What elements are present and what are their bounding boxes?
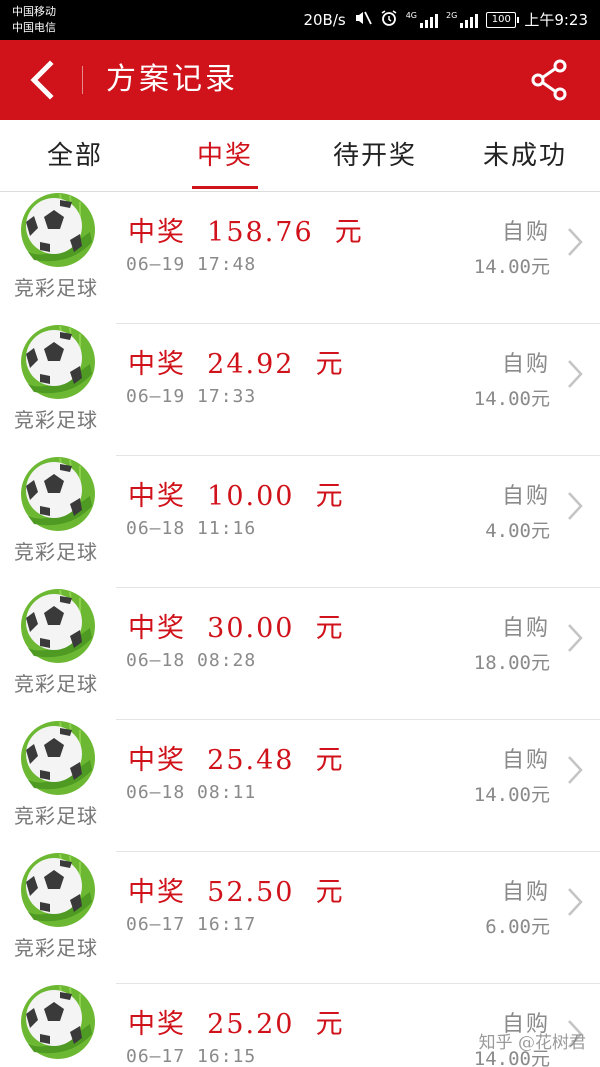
football-icon — [21, 589, 95, 663]
lottery-category: 竞彩足球 — [14, 936, 98, 960]
purchase-type: 自购 — [501, 880, 550, 905]
record-list: 竞彩足球 中奖 158.76 元 06—19 17:48 自购 14.00元 竞… — [0, 192, 600, 1067]
chevron-right-icon — [568, 624, 583, 652]
football-icon — [21, 985, 95, 1059]
status-bar: 中国移动 中国电信 20B/s 4G 2G 100 上午9:23 — [0, 0, 600, 40]
lottery-category: 竞彩足球 — [14, 276, 98, 300]
purchase-cost: 14.00元 — [473, 256, 550, 278]
lottery-category: 竞彩足球 — [14, 408, 98, 432]
signal-2g-icon: 2G — [446, 10, 479, 28]
share-button[interactable] — [530, 58, 570, 102]
status-icons: 20B/s 4G 2G 100 上午9:23 — [303, 9, 588, 30]
purchase-type: 自购 — [501, 220, 550, 245]
chevron-right-icon — [568, 228, 583, 256]
signal-4g-icon: 4G — [405, 10, 439, 28]
battery-icon: 100 — [486, 11, 520, 28]
mute-icon — [354, 10, 372, 29]
purchase-type: 自购 — [501, 484, 550, 509]
record-row[interactable]: 竞彩足球 中奖 158.76 元 06—19 17:48 自购 14.00元 — [0, 192, 600, 324]
back-button[interactable] — [24, 58, 64, 102]
clock: 上午9:23 — [524, 11, 588, 29]
record-row[interactable]: 竞彩足球 中奖 25.20 元 06—17 16:15 自购 14.00元 — [0, 984, 600, 1067]
prize-amount: 中奖 158.76 元 — [128, 217, 364, 248]
purchase-cost: 14.00元 — [473, 784, 550, 806]
record-row[interactable]: 竞彩足球 中奖 30.00 元 06—18 08:28 自购 18.00元 — [0, 588, 600, 720]
prize-amount: 中奖 24.92 元 — [128, 349, 345, 380]
network-type-1: 4G — [405, 10, 418, 20]
record-time: 06—18 08:11 — [126, 782, 257, 803]
purchase-cost: 4.00元 — [485, 520, 550, 542]
purchase-cost: 18.00元 — [473, 652, 550, 674]
tab-bar: 全部 中奖 待开奖 未成功 — [0, 120, 600, 192]
carrier-1: 中国移动 — [12, 5, 56, 18]
lottery-category: 竞彩足球 — [14, 804, 98, 828]
network-speed: 20B/s — [303, 10, 346, 29]
football-icon — [21, 457, 95, 531]
football-icon — [21, 721, 95, 795]
record-time: 06—18 11:16 — [126, 518, 257, 539]
page-title: 方案记录 — [106, 62, 238, 97]
purchase-type: 自购 — [501, 748, 550, 773]
prize-amount: 中奖 10.00 元 — [128, 481, 345, 512]
chevron-right-icon — [568, 492, 583, 520]
prize-amount: 中奖 25.48 元 — [128, 745, 345, 776]
share-icon — [531, 59, 567, 101]
chevron-right-icon — [568, 888, 583, 916]
lottery-category: 竞彩足球 — [14, 540, 98, 564]
football-icon — [21, 193, 95, 267]
purchase-type: 自购 — [501, 352, 550, 377]
record-time: 06—19 17:48 — [126, 254, 257, 275]
record-row[interactable]: 竞彩足球 中奖 10.00 元 06—18 11:16 自购 4.00元 — [0, 456, 600, 588]
record-time: 06—17 16:17 — [126, 914, 257, 935]
purchase-cost: 14.00元 — [473, 388, 550, 410]
prize-amount: 中奖 25.20 元 — [128, 1009, 345, 1040]
record-row[interactable]: 竞彩足球 中奖 24.92 元 06—19 17:33 自购 14.00元 — [0, 324, 600, 456]
network-type-2: 2G — [446, 10, 458, 20]
record-row[interactable]: 竞彩足球 中奖 52.50 元 06—17 16:17 自购 6.00元 — [0, 852, 600, 984]
record-time: 06—19 17:33 — [126, 386, 257, 407]
record-row[interactable]: 竞彩足球 中奖 25.48 元 06—18 08:11 自购 14.00元 — [0, 720, 600, 852]
lottery-category: 竞彩足球 — [14, 672, 98, 696]
prize-amount: 中奖 52.50 元 — [128, 877, 345, 908]
purchase-type: 自购 — [501, 616, 550, 641]
tab-all[interactable]: 全部 — [0, 120, 150, 191]
chevron-right-icon — [568, 360, 583, 388]
tab-pending[interactable]: 待开奖 — [300, 120, 450, 191]
football-icon — [21, 325, 95, 399]
carrier-2: 中国电信 — [12, 21, 56, 34]
chevron-right-icon — [568, 756, 583, 784]
purchase-cost: 6.00元 — [485, 916, 550, 938]
chevron-left-icon — [30, 60, 54, 100]
prize-amount: 中奖 30.00 元 — [128, 613, 345, 644]
record-time: 06—17 16:15 — [126, 1046, 257, 1067]
alarm-icon — [380, 9, 398, 30]
tab-failed[interactable]: 未成功 — [450, 120, 600, 191]
app-header: 方案记录 — [0, 40, 600, 120]
header-divider — [82, 66, 83, 94]
tab-won[interactable]: 中奖 — [150, 120, 300, 191]
carrier-names: 中国移动 中国电信 — [12, 4, 56, 36]
watermark: 知乎 @花树君 — [478, 1033, 586, 1053]
record-time: 06—18 08:28 — [126, 650, 257, 671]
football-icon — [21, 853, 95, 927]
